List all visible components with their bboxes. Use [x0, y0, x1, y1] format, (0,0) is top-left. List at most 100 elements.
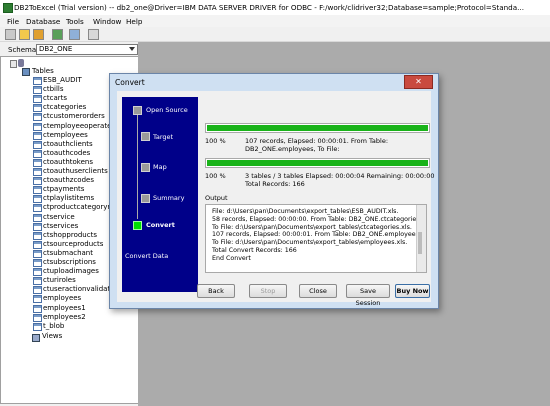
step-convert-icon [133, 221, 142, 230]
connect-icon[interactable] [5, 29, 16, 40]
table-icon [33, 104, 42, 113]
table-icon [33, 268, 42, 277]
menu-help[interactable]: Help [126, 17, 142, 26]
table-progress-line1: 3 tables / 3 tables Elapsed: 00:00:04 Re… [245, 172, 435, 180]
table-icon [33, 295, 42, 304]
save-session-button[interactable]: Save Session [346, 284, 390, 307]
tree-table-item[interactable]: ctservice [43, 213, 75, 222]
output-log[interactable]: File: d:\Users\pan\Documents\export_tabl… [205, 204, 427, 273]
wizard-steps-panel: Open Source Target Map Summary Convert C… [122, 97, 198, 292]
close-icon[interactable]: ✕ [404, 75, 433, 89]
menu-file[interactable]: File [7, 17, 19, 26]
tree-table-item[interactable]: ctcarts [43, 94, 67, 103]
table-icon [33, 213, 42, 222]
schema-select-value: DB2_ONE [39, 45, 73, 53]
dialog-title: Convert [115, 78, 145, 87]
tree-table-item[interactable]: ctoauthzcodes [43, 176, 94, 185]
tree-table-item[interactable]: employees [43, 294, 81, 303]
step-open-source-icon [133, 106, 142, 115]
menu-window[interactable]: Window [93, 17, 121, 26]
tree-table-item[interactable]: ctshopproducts [43, 231, 97, 240]
table-icon [33, 259, 42, 267]
record-progress-fill [207, 125, 428, 131]
export-icon[interactable] [33, 29, 44, 40]
output-scrollbar[interactable] [416, 205, 426, 272]
steps-connector [137, 109, 138, 219]
window-icon[interactable] [69, 29, 80, 40]
buy-now-button[interactable]: Buy Now [395, 284, 430, 298]
tree-table-item[interactable]: ctsubmachant [43, 249, 93, 258]
back-button[interactable]: Back [197, 284, 235, 298]
tree-table-item[interactable]: ctservices [43, 222, 78, 231]
schema-row: Schema DB2_ONE [0, 43, 138, 55]
toolbar [0, 27, 550, 42]
step-convert: Convert [146, 221, 175, 229]
table-icon [33, 222, 42, 231]
open-icon[interactable] [19, 29, 30, 40]
table-icon [33, 77, 42, 85]
close-button[interactable]: Close [299, 284, 337, 298]
tree-table-item[interactable]: ctpayments [43, 185, 84, 194]
convert-dialog: Convert ✕ Open Source Target Map Summary… [109, 73, 439, 309]
menu-database[interactable]: Database [26, 17, 60, 26]
database-icon [18, 59, 24, 67]
views-folder-icon [32, 334, 40, 342]
step-target-icon [141, 132, 150, 141]
record-progress-percent: 100 % [205, 137, 226, 145]
record-progress-line1: 107 records, Elapsed: 00:00:01. From Tab… [245, 137, 389, 145]
tree-table-item[interactable]: ESB_AUDIT [43, 76, 82, 85]
tree-table-item[interactable]: ctoauthclients [43, 140, 93, 149]
record-progress-bar [205, 123, 430, 133]
tree-table-item[interactable]: t_blob [43, 322, 64, 331]
step-map: Map [153, 163, 167, 171]
menu-tools[interactable]: Tools [66, 17, 84, 26]
table-progress-percent: 100 % [205, 172, 226, 180]
table-icon [33, 204, 42, 213]
tree-table-item[interactable]: ctcustomerorders [43, 112, 105, 121]
convert-icon[interactable] [52, 29, 63, 40]
tree-table-item[interactable]: ctsourceproducts [43, 240, 103, 249]
table-icon [33, 131, 42, 140]
tree-tables[interactable]: Tables [32, 67, 54, 76]
table-icon [33, 168, 42, 176]
output-line: To File: d:\Users\pan\Documents\export_t… [212, 239, 408, 247]
tree-table-item[interactable]: cturiroles [43, 276, 76, 285]
output-line: End Convert [212, 254, 251, 262]
menu-bar: File Database Tools Window Help [0, 15, 550, 27]
tree-table-item[interactable]: ctemployees [43, 131, 88, 140]
tree-table-item[interactable]: employees1 [43, 304, 86, 313]
tree-views[interactable]: Views [42, 332, 62, 341]
output-line: To File: d:\Users\pan\Documents\export_t… [212, 223, 412, 231]
convert-data-label: Convert Data [125, 252, 169, 260]
chevron-down-icon[interactable] [129, 47, 135, 51]
tree-table-item[interactable]: ctplaylistitems [43, 194, 94, 203]
table-icon [33, 313, 42, 322]
table-progress-fill [207, 160, 428, 166]
table-icon [33, 231, 42, 240]
step-open-source: Open Source [146, 106, 188, 114]
expand-icon[interactable] [10, 60, 17, 68]
window-title: DB2ToExcel (Trial version) -- db2_one@Dr… [14, 3, 524, 12]
table-icon [33, 95, 42, 104]
tree-table-item[interactable]: employees2 [43, 313, 86, 322]
refresh-icon[interactable] [88, 29, 99, 40]
tree-table-item[interactable]: ctoauthuserclients [43, 167, 108, 176]
stop-button[interactable]: Stop [249, 284, 287, 298]
schema-label: Schema [8, 46, 37, 54]
tree-table-item[interactable]: ctoauthcodes [43, 149, 90, 158]
table-icon [33, 322, 42, 331]
table-icon [33, 186, 42, 195]
table-icon [33, 86, 42, 95]
scrollbar-thumb[interactable] [418, 232, 422, 254]
tree-table-item[interactable]: ctsubscriptions [43, 258, 96, 267]
tree-table-item[interactable]: ctcategories [43, 103, 86, 112]
table-icon [33, 304, 42, 313]
table-icon [33, 158, 42, 167]
tree-table-item[interactable]: ctuploadimages [43, 267, 99, 276]
tree-table-item[interactable]: ctbills [43, 85, 64, 94]
output-line: 58 records, Elapsed: 00:00:00. From Tabl… [212, 215, 422, 223]
table-progress-bar [205, 158, 430, 168]
schema-select[interactable]: DB2_ONE [36, 44, 138, 55]
tree-table-item[interactable]: ctoauthtokens [43, 158, 93, 167]
table-icon [33, 277, 42, 286]
